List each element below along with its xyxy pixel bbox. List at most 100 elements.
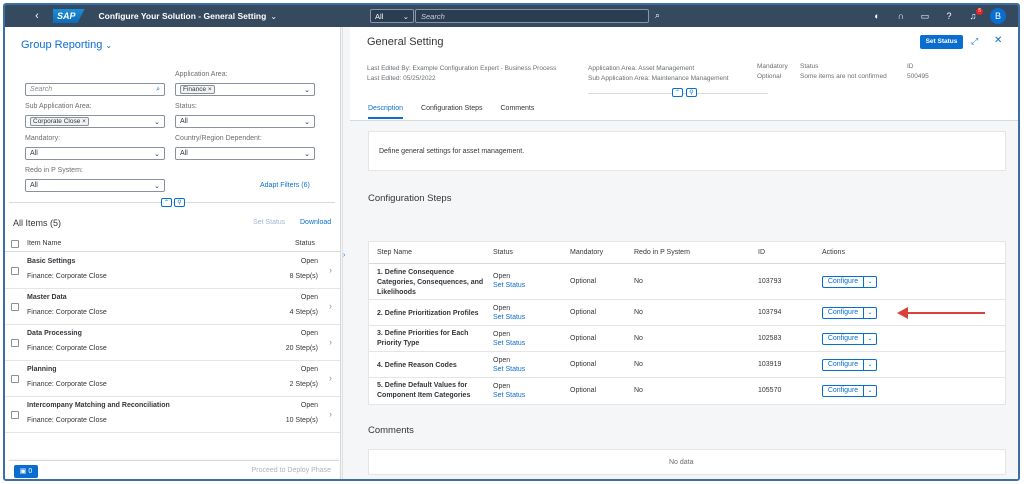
- chevron-down-icon: ⌄: [304, 118, 310, 126]
- tab-configuration-steps[interactable]: Configuration Steps: [421, 105, 482, 119]
- redo-select[interactable]: All ⌄: [25, 179, 165, 192]
- step-mandatory: Optional: [570, 387, 597, 394]
- description-section: Define general settings for asset manage…: [368, 131, 1006, 171]
- chevron-down-icon[interactable]: ⌄: [864, 385, 877, 397]
- headset-icon[interactable]: ∩: [894, 11, 908, 21]
- select-all-checkbox[interactable]: [11, 240, 19, 248]
- set-status-button[interactable]: Set Status: [920, 35, 963, 49]
- search-icon[interactable]: ⌕: [655, 10, 660, 21]
- pin-header-icon[interactable]: ⚲: [686, 88, 697, 97]
- tab-bar: Description Configuration Steps Comments: [368, 105, 534, 119]
- corporate-close-token[interactable]: Corporate Close ×: [30, 117, 89, 126]
- configure-button-group: Configure ⌄: [822, 276, 877, 288]
- chevron-right-icon[interactable]: ›: [343, 252, 345, 259]
- left-footer: ▣ 0 Proceed to Deploy Phase: [9, 460, 339, 479]
- chevron-down-icon[interactable]: ⌄: [864, 333, 877, 345]
- mandatory-select[interactable]: All ⌄: [25, 147, 165, 160]
- chevron-down-icon[interactable]: ⌄: [270, 12, 277, 21]
- list-item[interactable]: Data Processing Finance: Corporate Close…: [5, 325, 340, 361]
- step-mandatory: Optional: [570, 278, 597, 285]
- item-status: Open: [300, 366, 318, 373]
- set-status-link[interactable]: Set Status: [493, 281, 525, 290]
- list-header: Item Name Status: [5, 236, 340, 252]
- fullscreen-icon[interactable]: ⤢: [971, 36, 978, 47]
- tab-description[interactable]: Description: [368, 105, 404, 119]
- set-status-link[interactable]: Set Status: [493, 339, 525, 348]
- country-region-select[interactable]: All ⌄: [175, 147, 315, 160]
- list-item[interactable]: Basic Settings Finance: Corporate Close …: [5, 253, 340, 289]
- item-status: Open: [300, 330, 318, 337]
- row-checkbox[interactable]: [11, 303, 19, 311]
- app-title[interactable]: Configure Your Solution - General Settin…: [99, 11, 267, 21]
- group-reporting-selector[interactable]: Group Reporting ⌄: [21, 39, 112, 51]
- chevron-down-icon[interactable]: ⌄: [864, 276, 877, 288]
- set-status-link[interactable]: Set Status: [493, 313, 525, 322]
- messages-button[interactable]: ▣ 0: [14, 465, 38, 478]
- actions-column: Actions: [822, 249, 845, 256]
- status-label: Status:: [175, 103, 197, 110]
- table-header: Step Name Status Mandatory Redo in P Sys…: [369, 242, 1005, 264]
- search-scope-select[interactable]: All ⌄: [370, 9, 414, 23]
- tab-comments[interactable]: Comments: [501, 105, 535, 119]
- sap-logo[interactable]: SAP: [53, 9, 85, 23]
- chevron-down-icon: ⌄: [105, 41, 113, 50]
- configure-button-group: Configure ⌄: [822, 385, 877, 397]
- step-id: 103919: [758, 361, 782, 368]
- sub-application-area-field[interactable]: Corporate Close × ⌄: [25, 115, 165, 128]
- list-item[interactable]: Intercompany Matching and Reconciliation…: [5, 397, 340, 433]
- item-subtitle: Finance: Corporate Close: [27, 273, 107, 280]
- close-icon[interactable]: ✕: [994, 35, 1002, 46]
- list-item[interactable]: Planning Finance: Corporate Close Open 2…: [5, 361, 340, 397]
- collapse-header-icon[interactable]: ⌃: [672, 88, 683, 97]
- help-icon[interactable]: ?: [942, 11, 956, 21]
- step-redo: No: [634, 387, 643, 394]
- detail-header: General Setting Set Status ⤢ ✕ Last Edit…: [350, 27, 1018, 121]
- configure-button[interactable]: Configure: [822, 276, 864, 288]
- message-icon: ▣: [19, 468, 27, 475]
- chevron-down-icon: ⌄: [402, 12, 409, 21]
- all-items-title: All Items (5): [13, 218, 62, 228]
- configure-button[interactable]: Configure: [822, 385, 864, 397]
- row-checkbox[interactable]: [11, 339, 19, 347]
- set-status-button[interactable]: Set Status: [253, 219, 285, 226]
- list-item[interactable]: Master Data Finance: Corporate Close Ope…: [5, 289, 340, 325]
- search-input[interactable]: Search ⌕: [25, 83, 165, 96]
- download-button[interactable]: Download: [300, 219, 331, 226]
- configure-button-group: Configure ⌄: [822, 333, 877, 345]
- page-title: General Setting: [367, 36, 444, 48]
- row-checkbox[interactable]: [11, 267, 19, 275]
- configure-button[interactable]: Configure: [822, 307, 864, 319]
- configure-button[interactable]: Configure: [822, 359, 864, 371]
- avatar[interactable]: B: [990, 8, 1006, 24]
- bell-icon[interactable]: ♫ 5: [966, 8, 983, 21]
- chevron-down-icon[interactable]: ⌄: [864, 307, 877, 319]
- chevron-down-icon[interactable]: ⌄: [864, 359, 877, 371]
- feedback-icon[interactable]: ▭: [918, 11, 932, 22]
- status-select[interactable]: All ⌄: [175, 115, 315, 128]
- notification-badge: 5: [976, 8, 983, 15]
- search-input[interactable]: Search: [415, 9, 649, 23]
- mandatory-info: Mandatory Optional: [757, 62, 788, 82]
- mandatory-value: Optional: [757, 73, 782, 80]
- step-id: 103794: [758, 309, 782, 316]
- proceed-to-deploy-button[interactable]: Proceed to Deploy Phase: [252, 467, 331, 474]
- finance-token[interactable]: Finance ×: [180, 85, 215, 94]
- step-id: 103793: [758, 278, 782, 285]
- set-status-link[interactable]: Set Status: [493, 365, 525, 374]
- application-area-field[interactable]: Finance × ⌄: [175, 83, 315, 96]
- chevron-right-icon: ›: [329, 265, 332, 275]
- pin-header-icon[interactable]: ⚲: [174, 198, 185, 207]
- back-icon[interactable]: ‹: [27, 10, 47, 22]
- ai-assistant-icon[interactable]: ◐: [870, 11, 884, 21]
- collapse-header-icon[interactable]: ⌃: [161, 198, 172, 207]
- sub-application-area: Sub Application Area: Maintenance Manage…: [588, 75, 729, 82]
- adapt-filters-link[interactable]: Adapt Filters (6): [260, 182, 310, 189]
- configure-button[interactable]: Configure: [822, 333, 864, 345]
- row-checkbox[interactable]: [11, 375, 19, 383]
- shell-actions: ◐ ∩ ▭ ? ♫ 5 B: [870, 8, 1006, 24]
- row-checkbox[interactable]: [11, 411, 19, 419]
- panel-splitter[interactable]: ›: [342, 27, 348, 479]
- step-mandatory: Optional: [570, 361, 597, 368]
- comments-section: No data: [368, 449, 1006, 475]
- set-status-link[interactable]: Set Status: [493, 391, 525, 400]
